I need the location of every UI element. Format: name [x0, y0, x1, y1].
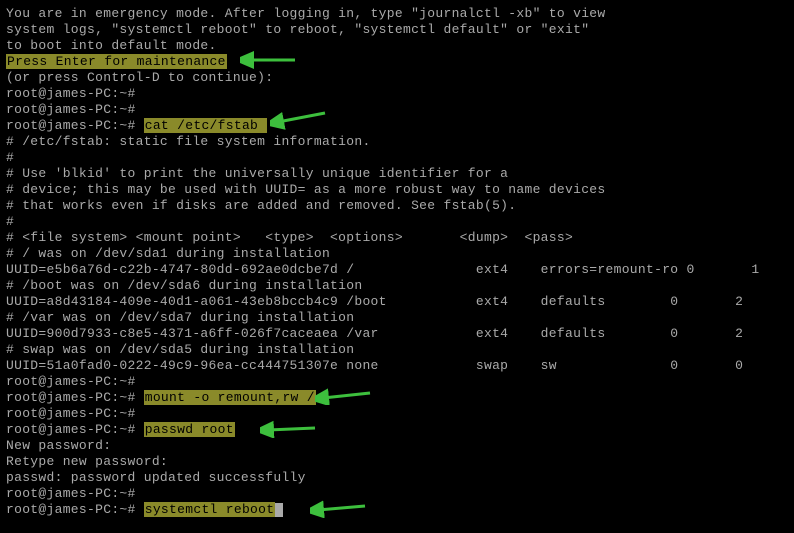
- prompt-line: root@james-PC:~#: [6, 406, 788, 422]
- prompt-prefix: root@james-PC:~#: [6, 422, 144, 437]
- terminal-output[interactable]: You are in emergency mode. After logging…: [6, 6, 788, 518]
- text-line: Retype new password:: [6, 454, 788, 470]
- text-line: # swap was on /dev/sda5 during installat…: [6, 342, 788, 358]
- cursor: [275, 503, 283, 517]
- text-line: Press Enter for maintenance: [6, 54, 788, 70]
- text-line: to boot into default mode.: [6, 38, 788, 54]
- prompt-line: root@james-PC:~#: [6, 102, 788, 118]
- highlight-maintenance: Press Enter for maintenance: [6, 54, 227, 69]
- prompt-line: root@james-PC:~# passwd root: [6, 422, 788, 438]
- text-line: # that works even if disks are added and…: [6, 198, 788, 214]
- highlight-cat-fstab: cat /etc/fstab: [144, 118, 268, 133]
- text-line: # /boot was on /dev/sda6 during installa…: [6, 278, 788, 294]
- text-line: (or press Control-D to continue):: [6, 70, 788, 86]
- highlight-reboot: systemctl reboot: [144, 502, 276, 517]
- text-line: passwd: password updated successfully: [6, 470, 788, 486]
- text-line: # <file system> <mount point> <type> <op…: [6, 230, 788, 246]
- text-line: UUID=900d7933-c8e5-4371-a6ff-026f7caceae…: [6, 326, 788, 342]
- text-line: # device; this may be used with UUID= as…: [6, 182, 788, 198]
- prompt-line: root@james-PC:~#: [6, 486, 788, 502]
- prompt-line: root@james-PC:~# mount -o remount,rw /: [6, 390, 788, 406]
- highlight-passwd: passwd root: [144, 422, 235, 437]
- prompt-prefix: root@james-PC:~#: [6, 118, 144, 133]
- text-line: #: [6, 150, 788, 166]
- text-line: UUID=51a0fad0-0222-49c9-96ea-cc444751307…: [6, 358, 788, 374]
- text-line: UUID=a8d43184-409e-40d1-a061-43eb8bccb4c…: [6, 294, 788, 310]
- text-line: # Use 'blkid' to print the universally u…: [6, 166, 788, 182]
- text-line: system logs, "systemctl reboot" to reboo…: [6, 22, 788, 38]
- text-line: # / was on /dev/sda1 during installation: [6, 246, 788, 262]
- text-line: # /etc/fstab: static file system informa…: [6, 134, 788, 150]
- text-line: UUID=e5b6a76d-c22b-4747-80dd-692ae0dcbe7…: [6, 262, 788, 278]
- highlight-mount: mount -o remount,rw /: [144, 390, 316, 405]
- prompt-prefix: root@james-PC:~#: [6, 390, 144, 405]
- prompt-line: root@james-PC:~#: [6, 86, 788, 102]
- text-line: #: [6, 214, 788, 230]
- text-line: New password:: [6, 438, 788, 454]
- prompt-line: root@james-PC:~#: [6, 374, 788, 390]
- prompt-prefix: root@james-PC:~#: [6, 502, 144, 517]
- text-line: You are in emergency mode. After logging…: [6, 6, 788, 22]
- prompt-line: root@james-PC:~# cat /etc/fstab: [6, 118, 788, 134]
- text-line: # /var was on /dev/sda7 during installat…: [6, 310, 788, 326]
- prompt-line: root@james-PC:~# systemctl reboot: [6, 502, 788, 518]
